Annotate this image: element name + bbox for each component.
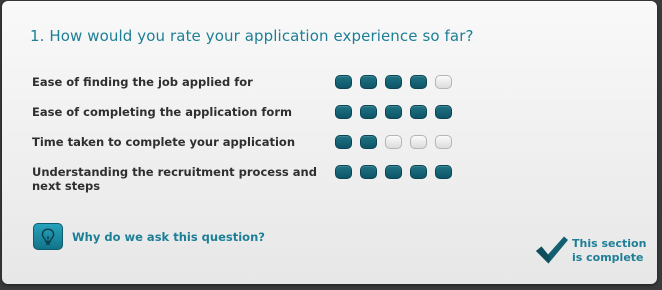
rating-dot-5[interactable] bbox=[435, 165, 452, 179]
rating-dot-5[interactable] bbox=[435, 105, 452, 119]
why-ask-label[interactable]: Why do we ask this question? bbox=[72, 230, 265, 244]
rating-scale bbox=[335, 105, 452, 119]
question-title: 1. How would you rate your application e… bbox=[30, 27, 474, 45]
rating-dot-4[interactable] bbox=[410, 75, 427, 89]
rating-row-recruitment-process: Understanding the recruitment process an… bbox=[32, 165, 462, 199]
checkmark-icon bbox=[536, 236, 568, 264]
rating-dot-5[interactable] bbox=[435, 75, 452, 89]
rating-dot-3[interactable] bbox=[385, 75, 402, 89]
rating-label: Ease of finding the job applied for bbox=[32, 75, 253, 89]
rating-row-finding-job: Ease of finding the job applied for bbox=[32, 75, 462, 109]
question-card: 1. How would you rate your application e… bbox=[2, 1, 657, 284]
rating-dot-5[interactable] bbox=[435, 135, 452, 149]
rating-dot-2[interactable] bbox=[360, 135, 377, 149]
rating-dot-2[interactable] bbox=[360, 105, 377, 119]
rating-row-time-taken: Time taken to complete your application bbox=[32, 135, 462, 169]
rating-scale bbox=[335, 165, 452, 179]
rating-dot-1[interactable] bbox=[335, 135, 352, 149]
rating-dot-3[interactable] bbox=[385, 135, 402, 149]
rating-row-application-form: Ease of completing the application form bbox=[32, 105, 462, 139]
rating-label: Time taken to complete your application bbox=[32, 135, 296, 149]
section-complete-status: This section is complete bbox=[572, 237, 647, 264]
rating-dot-3[interactable] bbox=[385, 165, 402, 179]
rating-dot-2[interactable] bbox=[360, 75, 377, 89]
rating-scale bbox=[335, 135, 452, 149]
rating-label: Ease of completing the application form bbox=[32, 105, 292, 119]
rating-dot-1[interactable] bbox=[335, 105, 352, 119]
rating-dot-3[interactable] bbox=[385, 105, 402, 119]
rating-scale bbox=[335, 75, 452, 89]
rating-label: Understanding the recruitment process an… bbox=[32, 165, 317, 193]
rating-dot-4[interactable] bbox=[410, 165, 427, 179]
rating-dot-2[interactable] bbox=[360, 165, 377, 179]
lightbulb-icon[interactable] bbox=[33, 223, 63, 250]
rating-dot-1[interactable] bbox=[335, 165, 352, 179]
why-ask-link[interactable]: Why do we ask this question? bbox=[33, 223, 265, 250]
rating-dot-4[interactable] bbox=[410, 105, 427, 119]
rating-dot-1[interactable] bbox=[335, 75, 352, 89]
rating-dot-4[interactable] bbox=[410, 135, 427, 149]
